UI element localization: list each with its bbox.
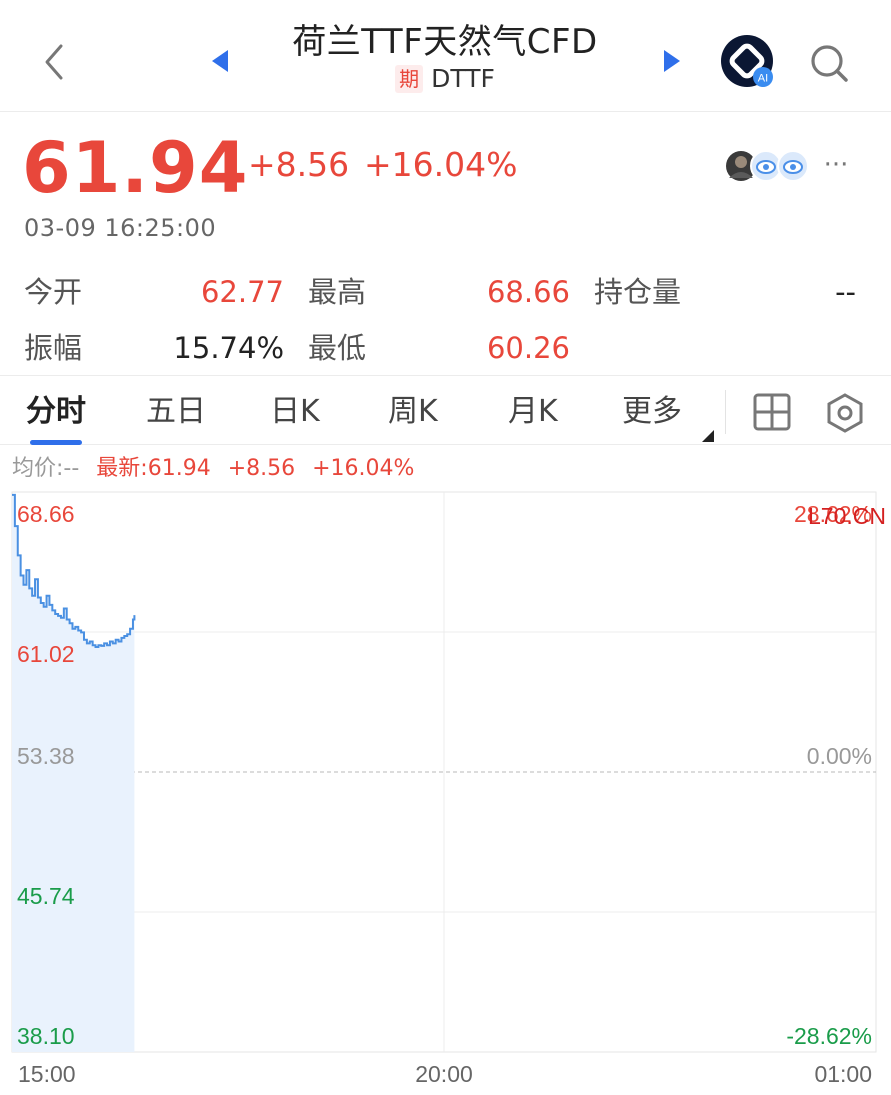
open-interest-label: 持仓量 xyxy=(594,275,682,309)
y-tick-label-left: 68.66 xyxy=(17,501,75,527)
search-icon xyxy=(811,45,848,82)
high-label: 最高 xyxy=(308,275,367,309)
price-change: +8.56 xyxy=(248,145,350,184)
x-tick-label: 01:00 xyxy=(814,1061,872,1087)
y-tick-label-left: 53.38 xyxy=(17,743,75,769)
grid-layout-icon xyxy=(753,393,791,431)
triangle-left-icon xyxy=(212,50,228,72)
tab-monthly-k[interactable]: 月K xyxy=(508,392,558,432)
top-navigation-bar: 荷兰TTF天然气CFD 期 DTTF AI xyxy=(0,0,891,112)
instrument-title: 荷兰TTF天然气CFD xyxy=(292,22,598,62)
open-label: 今开 xyxy=(24,275,83,309)
active-tab-indicator xyxy=(30,440,82,445)
amplitude-value: 15.74% xyxy=(173,331,284,365)
tab-five-day[interactable]: 五日 xyxy=(146,392,206,432)
legend-change: +8.56 xyxy=(227,456,296,481)
previous-instrument-button[interactable] xyxy=(206,46,236,76)
tab-intraday[interactable]: 分时 xyxy=(26,392,86,432)
ai-badge: AI xyxy=(758,73,768,85)
y-tick-label-right: -28.62% xyxy=(786,1023,872,1049)
x-tick-label: 15:00 xyxy=(18,1061,76,1087)
triangle-right-icon xyxy=(664,50,680,72)
back-chevron-icon xyxy=(45,44,63,80)
x-tick-label: 20:00 xyxy=(415,1061,473,1087)
chart-settings-button[interactable] xyxy=(824,392,866,434)
chart-tab-bar: 分时 五日 日K 周K 月K 更多 xyxy=(0,375,891,445)
tab-divider xyxy=(725,390,726,434)
instrument-subtitle: 期 DTTF xyxy=(240,64,650,93)
weibo-eye-icon xyxy=(750,150,782,182)
low-value: 60.26 xyxy=(486,331,570,365)
ai-assistant-button[interactable]: AI xyxy=(720,34,776,90)
tab-daily-k[interactable]: 日K xyxy=(270,392,320,432)
quote-timestamp: 03-09 16:25:00 xyxy=(24,214,217,242)
tab-weekly-k[interactable]: 周K xyxy=(388,392,438,432)
last-price: 61.94 xyxy=(22,127,249,209)
more-options-icon[interactable]: ··· xyxy=(818,150,854,180)
settings-hexagon-icon xyxy=(827,393,863,433)
back-button[interactable] xyxy=(36,38,72,86)
amplitude-label: 振幅 xyxy=(24,331,83,365)
intraday-chart[interactable]: 68.66 28.62%61.0253.38 0.00%45.7438.10 -28.… xyxy=(0,488,891,1095)
weibo-eye-icon xyxy=(777,150,809,182)
instrument-code: DTTF xyxy=(431,64,495,93)
community-avatars[interactable] xyxy=(724,148,814,184)
legend-latest: 最新:61.94 xyxy=(96,456,211,481)
legend-average: 均价:-- xyxy=(12,456,80,481)
open-interest-value: -- xyxy=(835,275,856,309)
y-tick-label-left: 45.74 xyxy=(17,883,75,909)
search-button[interactable] xyxy=(806,40,852,86)
futures-tag: 期 xyxy=(395,64,424,93)
high-value: 68.66 xyxy=(486,275,570,309)
y-tick-label-right: 0.00% xyxy=(807,743,872,769)
chart-legend: 均价:-- 最新:61.94 +8.56 +16.04% xyxy=(12,454,424,484)
layout-grid-button[interactable] xyxy=(752,392,792,432)
low-label: 最低 xyxy=(308,331,367,365)
legend-change-percent: +16.04% xyxy=(312,456,415,481)
price-change-percent: +16.04% xyxy=(364,145,518,184)
tab-more[interactable]: 更多 xyxy=(622,392,682,432)
y-tick-label-left: 61.02 xyxy=(17,641,75,667)
y-tick-label-left: 38.10 xyxy=(17,1023,75,1049)
price-area xyxy=(12,494,135,1052)
dropdown-corner-icon xyxy=(702,430,714,442)
next-instrument-button[interactable] xyxy=(656,46,686,76)
open-value: 62.77 xyxy=(200,275,284,309)
overlay-label: L70.CN xyxy=(808,503,886,529)
